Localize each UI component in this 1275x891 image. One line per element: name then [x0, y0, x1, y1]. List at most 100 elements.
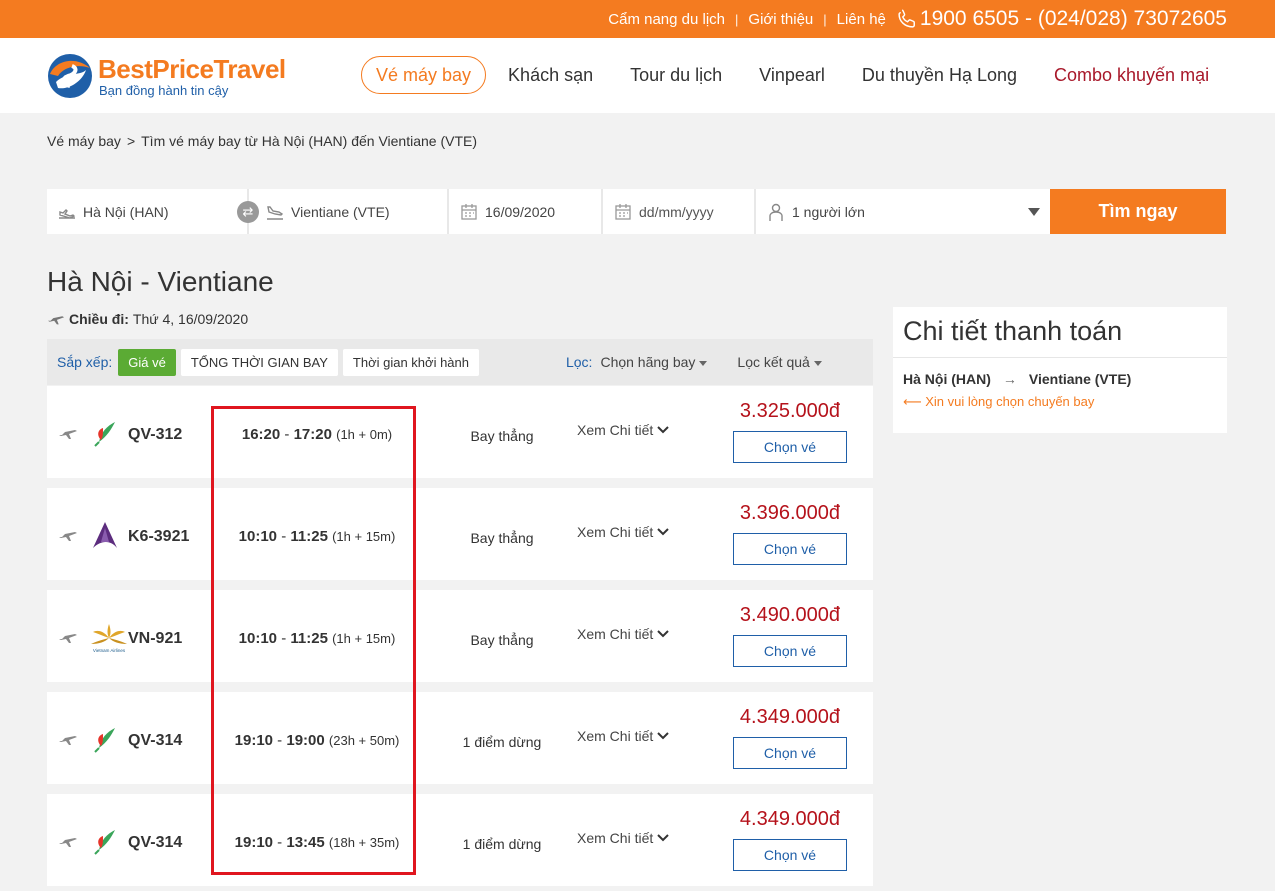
filter-airline-label: Chọn hãng bay — [600, 354, 696, 370]
payment-divider — [893, 357, 1227, 358]
search-button[interactable]: Tìm ngay — [1050, 189, 1226, 234]
flight-code: QV-312 — [128, 426, 183, 443]
chevron-down-icon — [657, 732, 669, 740]
return-date-field[interactable]: dd/mm/yyyy — [603, 189, 756, 234]
filter-label: Lọc: — [565, 354, 593, 370]
arrive-time: 17:20 — [293, 426, 332, 443]
landing-icon — [267, 205, 284, 220]
select-ticket-button[interactable]: Chọn vé — [733, 839, 847, 871]
flight-duration: (1h + 15m) — [332, 631, 396, 646]
nav-tours[interactable]: Tour du lịch — [630, 57, 722, 93]
plane-icon — [59, 430, 77, 439]
flight-code: QV-314 — [128, 732, 183, 749]
flight-duration: (23h + 50m) — [328, 733, 400, 748]
takeoff-icon — [59, 208, 76, 219]
nav-vinpearl[interactable]: Vinpearl — [759, 57, 825, 93]
topbar-link-about[interactable]: Giới thiệu — [748, 11, 813, 28]
flight-row: QV-312 16:20 - 17:20 (1h + 0m) Bay thẳng Xe… — [47, 386, 873, 478]
filter-result-label: Lọc kết quả — [737, 354, 810, 370]
flight-code: VN-921 — [128, 630, 183, 647]
logo-mark-icon — [48, 54, 92, 98]
filter-result-dropdown[interactable]: Lọc kết quả — [737, 354, 822, 370]
flight-stops: Bay thẳng — [470, 632, 534, 648]
plane-icon — [59, 736, 77, 745]
brand-logo[interactable]: BestPriceTravel Bạn đồng hành tin cậy — [46, 52, 286, 102]
depart-time: 19:10 — [234, 834, 274, 851]
calendar-icon — [615, 203, 631, 220]
flight-detail-toggle[interactable]: Xem Chi tiết — [577, 626, 669, 642]
topbar-link-guide[interactable]: Cẩm nang du lịch — [608, 11, 725, 28]
nav-combo[interactable]: Combo khuyến mại — [1054, 57, 1209, 93]
select-ticket-button[interactable]: Chọn vé — [733, 431, 847, 463]
flight-duration: (1h + 0m) — [336, 427, 393, 442]
depart-date-value: 16/09/2020 — [485, 203, 556, 220]
flight-row: K6-3921 10:10 - 11:25 (1h + 15m) Bay thẳng… — [47, 488, 873, 580]
to-field[interactable]: Vientiane (VTE) — [249, 189, 449, 234]
lao-airlines-icon — [87, 722, 123, 756]
breadcrumb-current: Tìm vé máy bay từ Hà Nội (HAN) đến Vient… — [141, 133, 478, 149]
flight-stops: 1 điểm dừng — [462, 836, 542, 852]
sort-departure-button[interactable]: Thời gian khởi hành — [342, 348, 479, 376]
sort-duration-button[interactable]: TỔNG THỜI GIAN BAY — [180, 348, 338, 376]
flight-price: 3.396.000đ — [739, 502, 840, 524]
flight-price: 3.490.000đ — [739, 604, 840, 626]
payment-summary-panel: Chi tiết thanh toán Hà Nội (HAN) → Vientia… — [893, 307, 1227, 433]
logo-title-travel: Travel — [213, 54, 286, 84]
logo-title: BestPriceTravel — [98, 54, 286, 85]
vietnam-airlines-icon: Vietnam Airlines — [87, 620, 127, 654]
depart-time: 16:20 — [241, 426, 281, 443]
sort-filter-bar: Sắp xếp: Giá vé TỔNG THỜI GIAN BAY Thời … — [47, 339, 873, 385]
flight-duration: (18h + 35m) — [328, 835, 400, 850]
logo-tagline: Bạn đồng hành tin cậy — [99, 83, 229, 98]
arrive-time: 11:25 — [290, 528, 328, 545]
main-header: BestPriceTravel Bạn đồng hành tin cậy Vé… — [0, 38, 1275, 113]
flight-detail-toggle[interactable]: Xem Chi tiết — [577, 830, 669, 846]
detail-label: Xem Chi tiết — [577, 422, 654, 438]
topbar-link-contact[interactable]: Liên hệ — [837, 11, 886, 28]
flight-stops: Bay thẳng — [470, 428, 534, 444]
flight-detail-toggle[interactable]: Xem Chi tiết — [577, 524, 669, 540]
passenger-select[interactable]: 1 người lớn — [756, 189, 1050, 234]
flight-times: 16:20 - 17:20 (1h + 0m) — [241, 426, 393, 443]
flight-detail-toggle[interactable]: Xem Chi tiết — [577, 422, 669, 438]
topbar-separator: | — [735, 11, 739, 27]
logo-title-best: BestPrice — [98, 54, 214, 84]
nav-flights[interactable]: Vé máy bay — [361, 56, 487, 94]
swap-icon[interactable]: ⇄ — [237, 201, 259, 223]
flight-detail-toggle[interactable]: Xem Chi tiết — [577, 728, 669, 744]
flight-stops: Bay thẳng — [470, 530, 534, 546]
topbar-separator: | — [823, 11, 827, 27]
payment-from: Hà Nội (HAN) — [903, 371, 991, 387]
person-icon — [769, 203, 783, 221]
flight-row: QV-314 19:10 - 13:45 (18h + 35m) 1 điểm dừ… — [47, 794, 873, 886]
flight-stops: 1 điểm dừng — [462, 734, 542, 750]
calendar-icon — [461, 203, 477, 220]
select-ticket-button[interactable]: Chọn vé — [733, 533, 847, 565]
to-value: Vientiane (VTE) — [291, 203, 390, 220]
detail-label: Xem Chi tiết — [577, 830, 654, 846]
payment-to: Vientiane (VTE) — [1028, 371, 1132, 387]
filter-airline-dropdown[interactable]: Chọn hãng bay — [600, 354, 708, 370]
select-ticket-button[interactable]: Chọn vé — [733, 635, 847, 667]
flight-row: Vietnam Airlines VN-921 10:10 - 11:25 (1h … — [47, 590, 873, 682]
chevron-down-icon — [1028, 208, 1040, 216]
top-bar: Cẩm nang du lịch | Giới thiệu | Liên hệ … — [0, 0, 1275, 38]
nav-hotels[interactable]: Khách sạn — [508, 57, 593, 93]
lao-airlines-icon — [87, 416, 123, 450]
flight-price: 4.349.000đ — [739, 706, 840, 728]
breadcrumb-home[interactable]: Vé máy bay — [47, 133, 121, 149]
flight-code: K6-3921 — [128, 528, 190, 545]
route-title: Hà Nội - Vientiane — [47, 266, 274, 297]
select-ticket-button[interactable]: Chọn vé — [733, 737, 847, 769]
return-date-placeholder: dd/mm/yyyy — [639, 203, 714, 220]
depart-date-field[interactable]: 16/09/2020 — [449, 189, 603, 234]
depart-time: 10:10 — [238, 528, 278, 545]
chevron-down-icon — [657, 834, 669, 842]
sort-price-button[interactable]: Giá vé — [118, 348, 176, 376]
flight-code: QV-314 — [128, 834, 183, 851]
chevron-down-icon — [699, 360, 708, 366]
nav-cruise[interactable]: Du thuyền Hạ Long — [862, 57, 1017, 93]
hotline-number[interactable]: 1900 6505 - (024/028) 73072605 — [920, 7, 1227, 31]
from-field[interactable]: Hà Nội (HAN) — [47, 189, 249, 234]
lao-airlines-icon — [87, 824, 123, 858]
